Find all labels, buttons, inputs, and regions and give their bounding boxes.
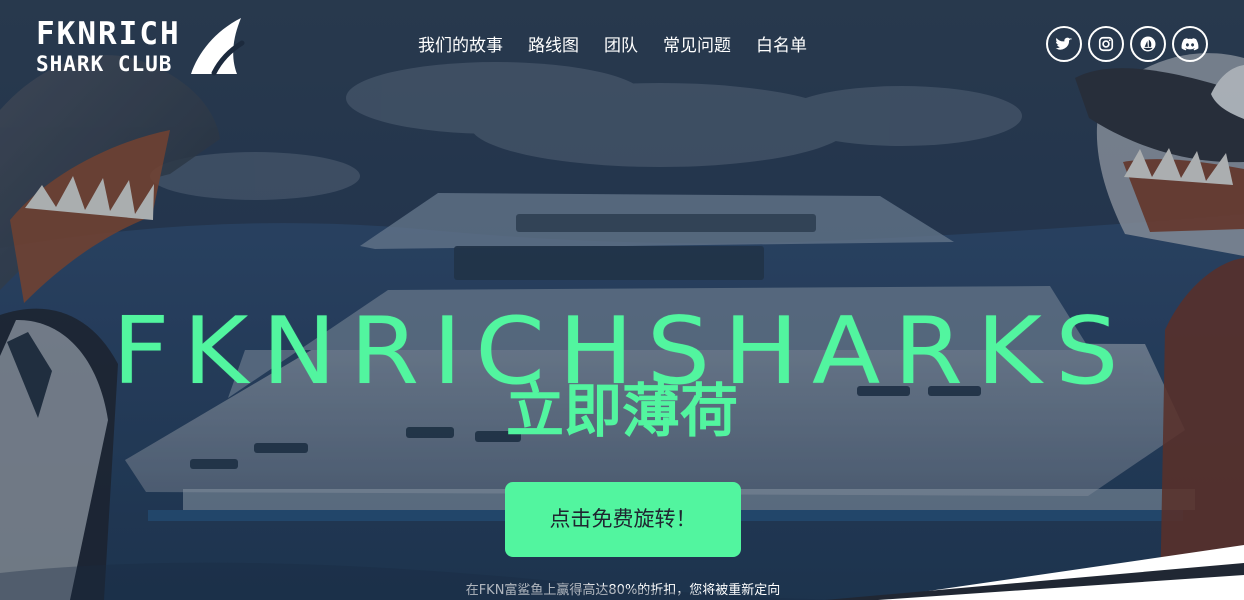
brand-logo[interactable]: FKNRICH SHARK CLUB xyxy=(36,18,288,78)
hero-section: FKNRICH SHARK CLUB 我们的故事 路线图 团队 常见问题 白名单 xyxy=(0,0,1244,600)
nav-link-team[interactable]: 团队 xyxy=(604,34,638,58)
instagram-icon[interactable] xyxy=(1088,26,1124,62)
brand-wordmark: FKNRICH SHARK CLUB xyxy=(36,18,181,78)
nav-link-whitelist[interactable]: 白名单 xyxy=(756,34,807,58)
nav-link-faq[interactable]: 常见问题 xyxy=(663,34,731,58)
brand-line-1: FKNRICH xyxy=(36,15,181,52)
opensea-glyph xyxy=(1140,36,1156,52)
mint-now-heading: 立即薄荷 xyxy=(505,377,738,445)
shark-fin-icon xyxy=(190,18,245,76)
discord-icon[interactable] xyxy=(1172,26,1208,62)
social-links xyxy=(1046,26,1208,62)
discord-glyph xyxy=(1181,38,1199,51)
instagram-glyph xyxy=(1098,36,1114,52)
brand-line-2: SHARK CLUB xyxy=(36,51,173,76)
opensea-icon[interactable] xyxy=(1130,26,1166,62)
free-spin-button[interactable]: 点击免费旋转！ xyxy=(505,482,741,557)
twitter-icon[interactable] xyxy=(1046,26,1082,62)
nav-link-roadmap[interactable]: 路线图 xyxy=(528,34,579,58)
twitter-glyph xyxy=(1055,37,1073,50)
nav-link-our-story[interactable]: 我们的故事 xyxy=(418,34,503,58)
discount-redirect-note: 在FKN富鲨鱼上赢得高达80%的折扣，您将被重新定向 xyxy=(465,583,781,598)
main-navigation: 我们的故事 路线图 团队 常见问题 白名单 xyxy=(418,34,807,58)
